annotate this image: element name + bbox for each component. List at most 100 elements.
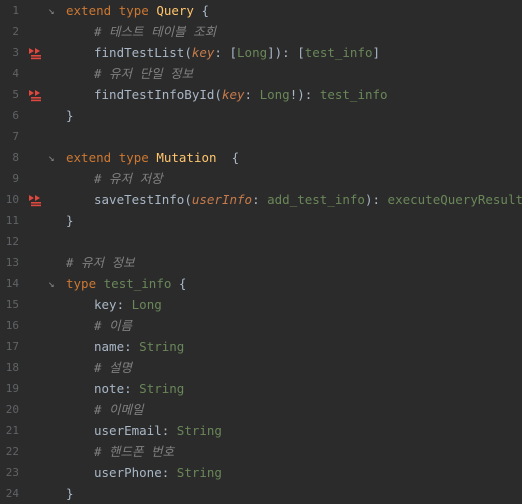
code-text: key: Long xyxy=(94,294,162,315)
code-token: type xyxy=(118,150,149,165)
code-token: { xyxy=(193,3,210,18)
line-number: 14 xyxy=(5,277,19,290)
resolver-gutter-icon[interactable] xyxy=(28,42,44,63)
fold-arrow-icon[interactable]: ↘ xyxy=(48,147,62,168)
code-token: { xyxy=(216,150,240,165)
code-line[interactable]: 12 xyxy=(0,231,522,252)
code-token: findTestInfoById xyxy=(94,87,215,102)
code-token: type xyxy=(118,3,149,18)
code-token: # 유저 단일 정보 xyxy=(94,66,194,81)
code-token: ] xyxy=(372,45,381,60)
code-line[interactable]: 17 name: String xyxy=(0,336,522,357)
code-editor[interactable]: 1 ↘ extend type Query {2 # 테스트 테이블 조회 3 findT… xyxy=(0,0,522,502)
code-line[interactable]: 22 # 핸드폰 번호 xyxy=(0,441,522,462)
code-token: userInfo xyxy=(191,192,253,207)
code-text: } xyxy=(66,483,74,504)
code-token: name xyxy=(94,339,125,354)
resolver-gutter-icon[interactable] xyxy=(28,84,44,105)
code-text: saveTestInfo(userInfo: add_test_info): e… xyxy=(94,189,522,210)
code-line[interactable]: 10 saveTestInfo(userInfo: add_test_info):… xyxy=(0,189,522,210)
code-token: key xyxy=(221,87,245,102)
code-token: extend xyxy=(66,3,112,18)
code-line[interactable]: 3 findTestList(key: [Long]): [test_info] xyxy=(0,42,522,63)
line-number: 19 xyxy=(5,382,19,395)
code-token: : xyxy=(124,339,140,354)
code-line[interactable]: 18 # 설명 xyxy=(0,357,522,378)
code-token: String xyxy=(176,465,222,480)
code-token: # 유저 정보 xyxy=(66,255,135,270)
code-token: saveTestInfo xyxy=(94,192,185,207)
code-line[interactable]: 15 key: Long xyxy=(0,294,522,315)
code-line[interactable]: 20 # 이메일 xyxy=(0,399,522,420)
line-number: 1 xyxy=(12,4,19,17)
fold-arrow-icon[interactable]: ↘ xyxy=(48,0,62,21)
code-token: test_info xyxy=(304,45,373,60)
code-token: ( xyxy=(184,192,192,207)
code-token: # 테스트 테이블 조회 xyxy=(94,24,217,39)
fold-arrow-icon[interactable]: ↘ xyxy=(48,273,62,294)
code-text: # 이름 xyxy=(94,315,132,336)
code-text: } xyxy=(66,210,74,231)
code-token: : xyxy=(161,465,177,480)
code-line[interactable]: 24} xyxy=(0,483,522,504)
code-token: ): xyxy=(297,87,320,102)
code-line[interactable]: 11} xyxy=(0,210,522,231)
code-text: userEmail: String xyxy=(94,420,222,441)
line-number: 23 xyxy=(5,466,19,479)
code-line[interactable]: 1 ↘ extend type Query { xyxy=(0,0,522,21)
line-number: 16 xyxy=(5,319,19,332)
code-token: # 설명 xyxy=(94,360,133,375)
code-token: extend xyxy=(66,150,112,165)
resolver-gutter-icon[interactable] xyxy=(28,189,44,210)
code-line[interactable]: 6} xyxy=(0,105,522,126)
code-line[interactable]: 19 note: String xyxy=(0,378,522,399)
line-number: 17 xyxy=(5,340,19,353)
line-number: 2 xyxy=(12,25,19,38)
code-text: findTestList(key: [Long]): [test_info] xyxy=(94,42,380,63)
code-token: [ xyxy=(229,45,238,60)
line-number: 8 xyxy=(12,151,19,164)
line-number: 13 xyxy=(5,256,19,269)
code-text: note: String xyxy=(94,378,184,399)
line-number: 3 xyxy=(12,46,19,59)
code-line[interactable]: 9 # 유저 저장 xyxy=(0,168,522,189)
code-line[interactable]: 5 findTestInfoById(key: Long!): test_info xyxy=(0,84,522,105)
code-text: # 유저 저장 xyxy=(94,168,163,189)
code-token: userPhone xyxy=(94,465,162,480)
code-text: extend type Query { xyxy=(66,0,209,21)
code-text: findTestInfoById(key: Long!): test_info xyxy=(94,84,388,105)
code-token: Long xyxy=(259,87,290,102)
code-text: # 유저 정보 xyxy=(66,252,135,273)
line-number: 9 xyxy=(12,172,19,185)
code-token: ): xyxy=(274,45,298,60)
code-line[interactable]: 21 userEmail: String xyxy=(0,420,522,441)
code-token: note xyxy=(94,381,125,396)
code-token: ] xyxy=(267,45,275,60)
code-token: # 핸드폰 번호 xyxy=(94,444,175,459)
code-text: # 유저 단일 정보 xyxy=(94,63,193,84)
line-number: 12 xyxy=(5,235,19,248)
code-line[interactable]: 13 # 유저 정보 xyxy=(0,252,522,273)
code-line[interactable]: 14 ↘ type test_info { xyxy=(0,273,522,294)
code-token: test_info xyxy=(103,276,172,291)
code-token: { xyxy=(171,276,187,291)
code-token: : xyxy=(116,297,132,312)
code-text: name: String xyxy=(94,336,184,357)
code-token: } xyxy=(66,108,74,123)
code-line[interactable]: 8 ↘ extend type Mutation { xyxy=(0,147,522,168)
code-token: test_info xyxy=(319,87,388,102)
code-line[interactable]: 16 # 이름 xyxy=(0,315,522,336)
code-line[interactable]: 23 userPhone: String xyxy=(0,462,522,483)
code-token: Long xyxy=(131,297,162,312)
code-token: ( xyxy=(184,45,192,60)
code-token: String xyxy=(176,423,222,438)
code-token: } xyxy=(66,213,74,228)
code-line[interactable]: 7 xyxy=(0,126,522,147)
code-line[interactable]: 4 # 유저 단일 정보 xyxy=(0,63,522,84)
code-line[interactable]: 2 # 테스트 테이블 조회 xyxy=(0,21,522,42)
code-token: # 유저 저장 xyxy=(94,171,163,186)
code-text: type test_info { xyxy=(66,273,186,294)
